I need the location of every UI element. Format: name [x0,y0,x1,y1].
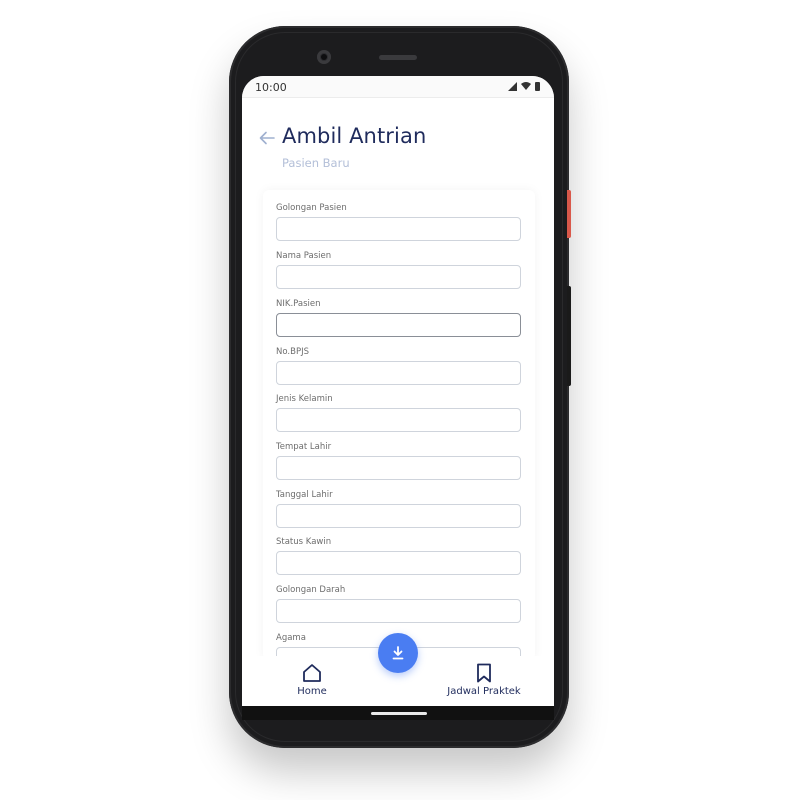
status-icons [508,81,540,91]
field-label: Jenis Kelamin [276,394,333,404]
field-no-bpjs: No.BPJS [276,347,522,385]
field-label: Golongan Pasien [276,203,347,213]
field-label: No.BPJS [276,347,309,357]
field-tempat-lahir: Tempat Lahir [276,442,522,480]
status-bar: 10:00 [242,76,554,98]
back-arrow-icon[interactable] [258,129,276,147]
power-button [567,190,571,238]
nav-label-jadwal-praktek: Jadwal Praktek [447,686,521,697]
golongan-pasien-input[interactable] [276,217,521,241]
camera-icon [317,50,331,64]
page-subtitle: Pasien Baru [282,156,350,170]
tanggal-lahir-input[interactable] [276,504,521,528]
field-golongan-pasien: Golongan Pasien [276,203,522,241]
page-title: Ambil Antrian [282,124,427,148]
nav-item-jadwal-praktek[interactable]: Jadwal Praktek [438,662,530,697]
nav-item-home[interactable]: Home [290,662,334,697]
status-time: 10:00 [255,81,287,94]
field-status-kawin: Status Kawin [276,537,522,575]
field-label: Status Kawin [276,537,332,547]
field-nama-pasien: Nama Pasien [276,251,522,289]
form-card: Golongan Pasien Nama Pasien NIK.Pasien N… [263,190,535,671]
field-label: Tempat Lahir [276,442,332,452]
nik-pasien-input[interactable] [276,313,521,337]
speaker-grille [379,55,417,60]
no-bpjs-input[interactable] [276,361,521,385]
battery-icon [535,81,540,91]
volume-button [567,286,571,386]
home-icon [303,664,321,682]
tempat-lahir-input[interactable] [276,456,521,480]
signal-icon [508,81,517,91]
phone-screen: 10:00 Ambil Antrian Pasien Baru Golongan… [242,76,554,706]
field-jenis-kelamin: Jenis Kelamin [276,394,522,432]
field-tanggal-lahir: Tanggal Lahir [276,490,522,528]
field-golongan-darah: Golongan Darah [276,585,522,623]
wifi-icon [521,82,531,90]
golongan-darah-input[interactable] [276,599,521,623]
stage: 10:00 Ambil Antrian Pasien Baru Golongan… [0,0,800,800]
field-label: NIK.Pasien [276,299,321,309]
status-kawin-input[interactable] [276,551,521,575]
nav-label-home: Home [297,686,327,697]
field-nik-pasien: NIK.Pasien [276,299,522,337]
home-indicator[interactable] [371,712,427,715]
nama-pasien-input[interactable] [276,265,521,289]
field-label: Golongan Darah [276,585,346,595]
bookmark-icon [477,663,491,683]
field-label: Nama Pasien [276,251,332,261]
field-label: Tanggal Lahir [276,490,333,500]
download-fab-button[interactable] [378,633,418,673]
download-icon [392,646,404,660]
jenis-kelamin-input[interactable] [276,408,521,432]
